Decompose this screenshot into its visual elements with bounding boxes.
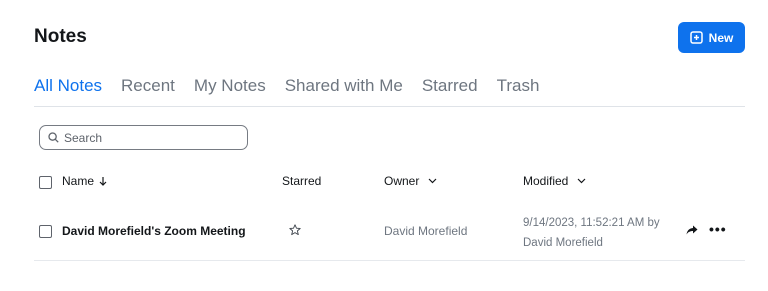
note-name-link[interactable]: David Morefield's Zoom Meeting [62,224,246,238]
tab-shared-with-me[interactable]: Shared with Me [285,76,403,96]
tab-all-notes[interactable]: All Notes [34,76,102,96]
tab-recent[interactable]: Recent [121,76,175,96]
tab-starred[interactable]: Starred [422,76,478,96]
modified-header-label: Modified [523,174,569,188]
new-note-button[interactable]: New [678,22,745,53]
owner-header-label: Owner [384,174,420,188]
column-header-starred: Starred [282,174,321,188]
search-icon [48,132,59,143]
more-options-icon[interactable]: ••• [709,222,727,236]
search-input[interactable] [64,130,234,145]
column-header-owner[interactable]: Owner [384,174,437,188]
modified-by: David Morefield [523,237,603,249]
tab-divider [34,106,745,107]
search-box[interactable] [39,125,248,150]
row-checkbox[interactable] [39,225,52,238]
tab-my-notes[interactable]: My Notes [194,76,266,96]
tab-bar: All Notes Recent My Notes Shared with Me… [34,76,539,96]
column-header-name[interactable]: Name [62,174,107,188]
select-all-checkbox[interactable] [39,176,52,189]
star-icon[interactable] [289,224,301,236]
new-note-icon [689,31,703,44]
name-header-label: Name [62,174,95,188]
share-icon[interactable] [686,225,698,235]
chevron-down-icon [428,178,437,184]
owner-cell: David Morefield [384,224,468,238]
page-title: Notes [34,26,87,47]
modified-cell: 9/14/2023, 11:52:21 AM by David Morefiel… [523,213,660,253]
column-header-modified[interactable]: Modified [523,174,586,188]
starred-header-label: Starred [282,174,322,188]
modified-timestamp: 9/14/2023, 11:52:21 AM by [523,217,660,229]
chevron-down-icon [577,178,586,184]
new-button-label: New [708,30,734,45]
arrow-down-icon [99,177,107,186]
row-divider [34,260,745,261]
tab-trash[interactable]: Trash [497,76,540,96]
